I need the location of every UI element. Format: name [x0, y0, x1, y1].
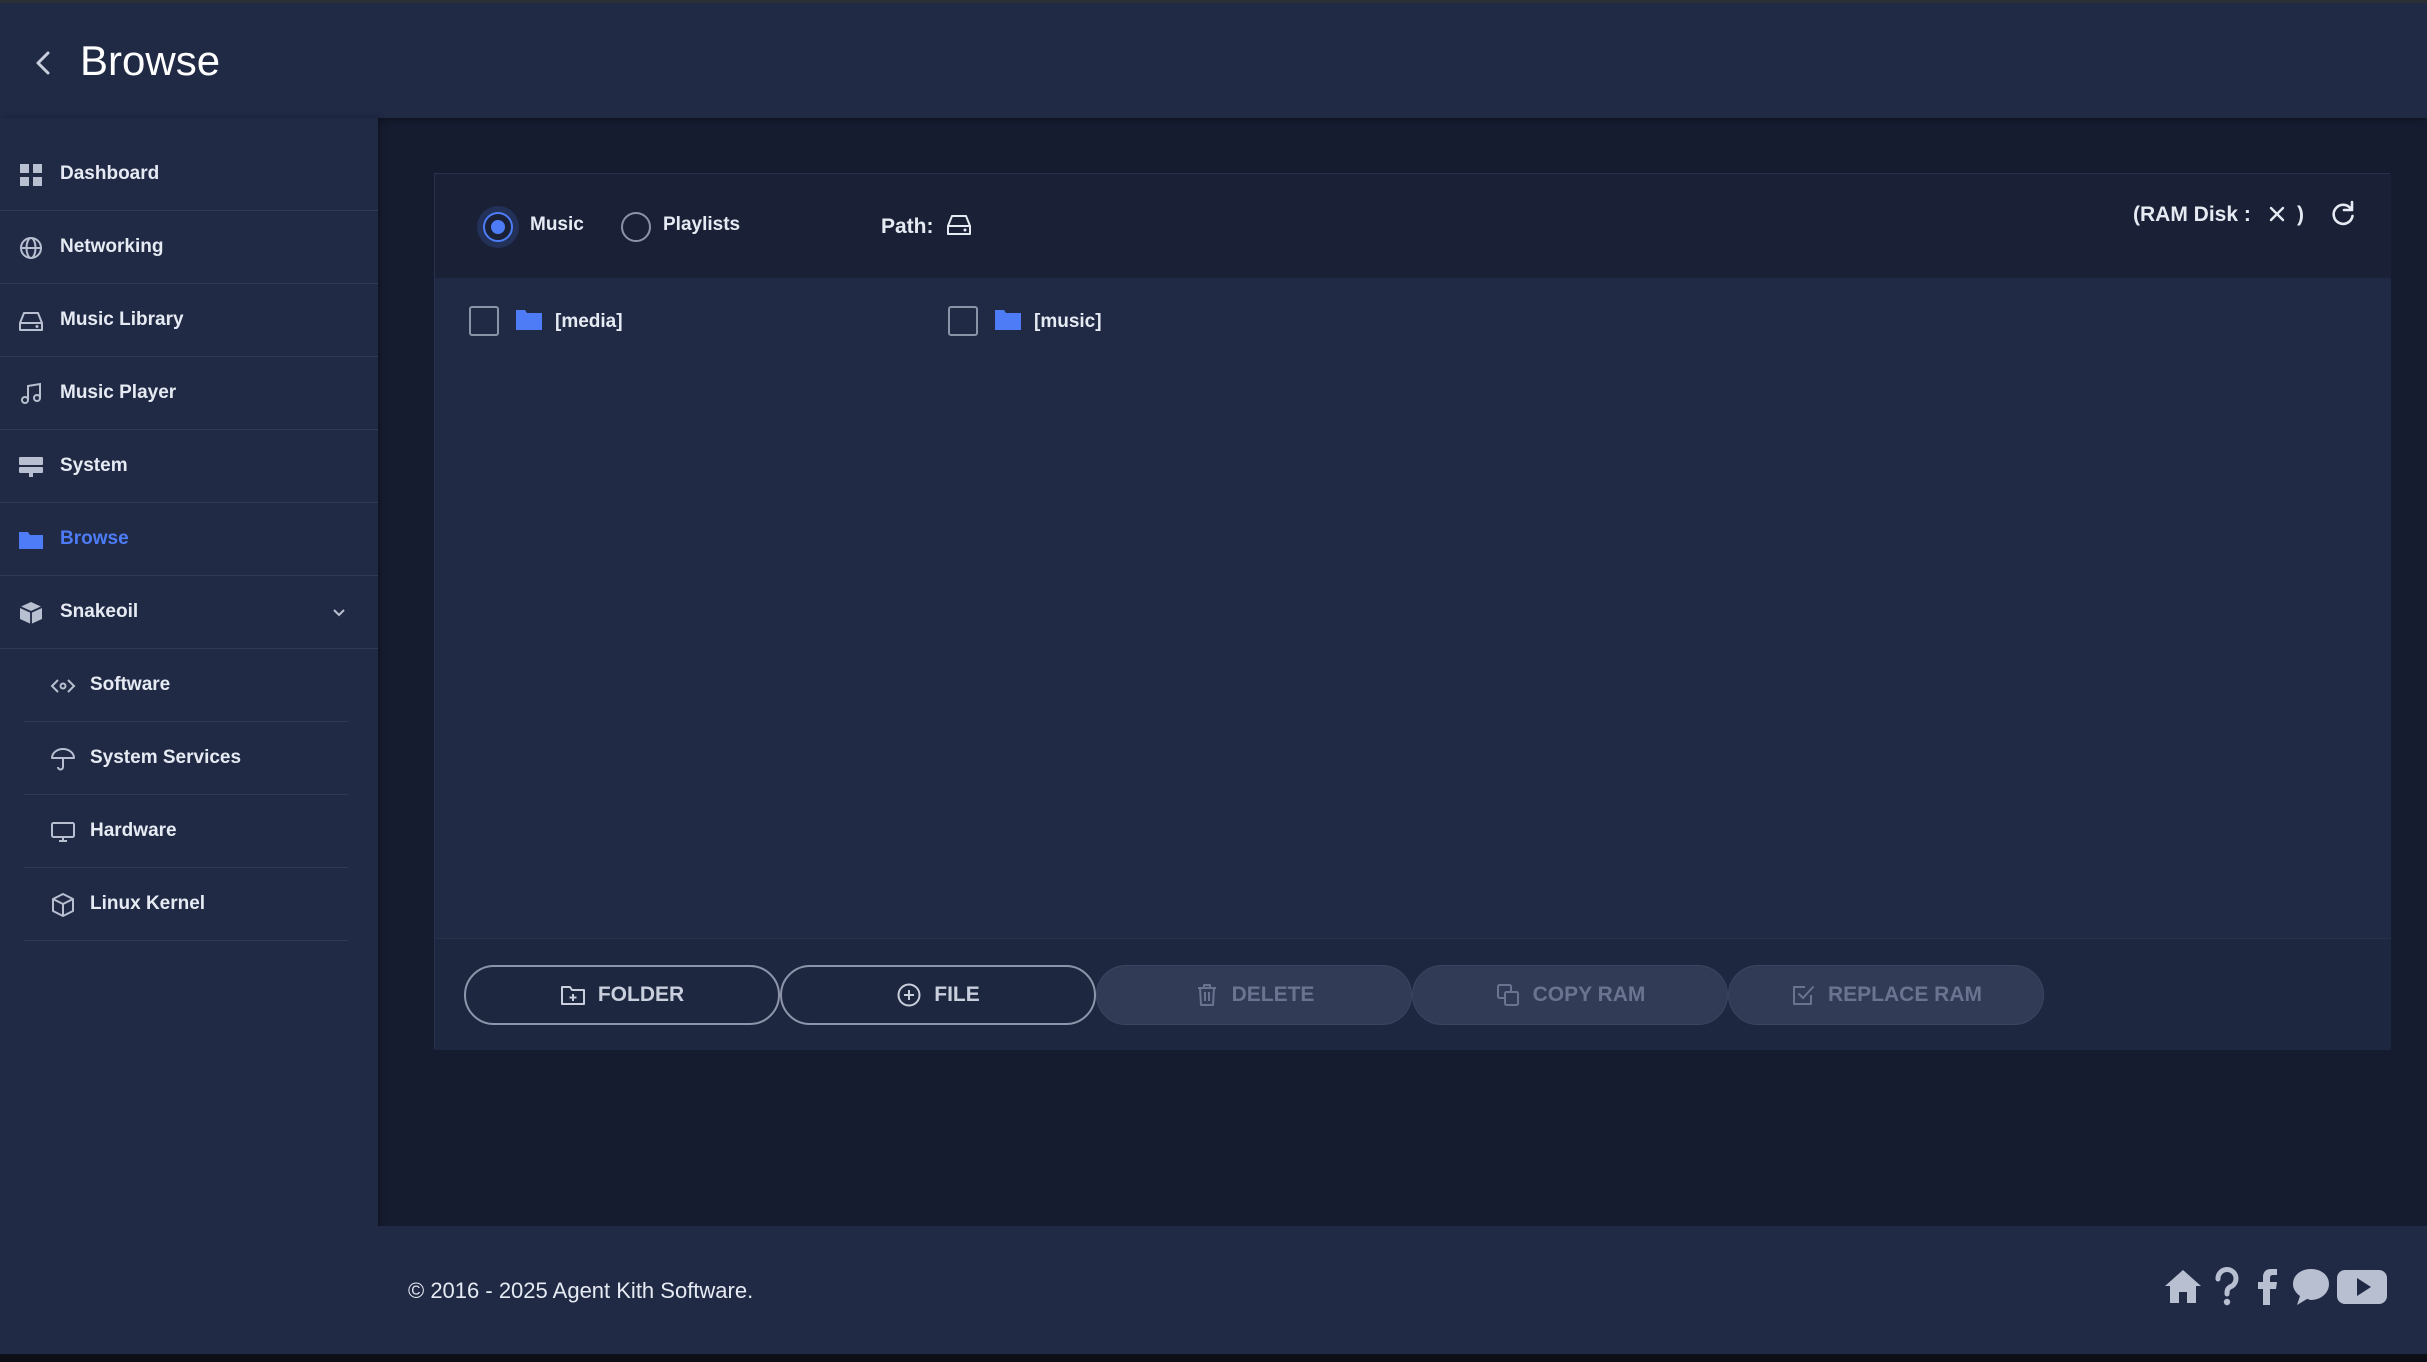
chevron-down-icon[interactable]: [328, 602, 350, 624]
button-label: COPY RAM: [1532, 983, 1646, 1006]
sidebar-item-software[interactable]: Software: [24, 649, 348, 722]
bottom-edge: [0, 1354, 2427, 1362]
page-title: Browse: [80, 37, 221, 84]
sidebar-item-label: Music Library: [60, 309, 184, 330]
ram-disk-label-end: ): [2297, 203, 2304, 226]
top-bar: Browse: [0, 0, 2427, 118]
sidebar-item-label: System: [60, 455, 128, 476]
sidebar-item-system[interactable]: System: [0, 430, 378, 503]
music-radio-label[interactable]: Music: [530, 214, 584, 236]
sidebar-item-label: Dashboard: [60, 163, 160, 184]
sidebar-item-networking[interactable]: Networking: [0, 211, 378, 284]
sidebar-item-hardware[interactable]: Hardware: [24, 795, 348, 868]
trash-icon: [1197, 984, 1216, 1006]
new-folder-button[interactable]: FOLDER: [464, 965, 780, 1025]
sidebar-item-label: Snakeoil: [60, 601, 139, 622]
sidebar-item-label: Hardware: [90, 820, 177, 841]
entry-name[interactable]: [media]: [555, 311, 623, 333]
browse-panel: Music Playlists Path: (RAM Disk : ) [med…: [434, 173, 2391, 1050]
sidebar-item-dashboard[interactable]: Dashboard: [0, 138, 378, 211]
globe-icon: [20, 237, 42, 259]
sidebar-item-label: Music Player: [60, 382, 177, 403]
box-icon: [19, 602, 43, 624]
button-label: FILE: [934, 983, 980, 1006]
button-label: DELETE: [1231, 983, 1315, 1006]
sidebar-item-label: System Services: [90, 747, 242, 768]
copy-icon: [1496, 984, 1519, 1006]
umbrella-icon: [51, 748, 75, 771]
sidebar-item-label: Browse: [60, 528, 129, 549]
sidebar-item-label: Software: [90, 674, 171, 695]
facebook-icon[interactable]: [2244, 1264, 2290, 1310]
hard-drive-icon: [19, 312, 43, 331]
code-icon: [50, 679, 76, 693]
folder-plus-icon: [560, 986, 585, 1005]
copyright-text: © 2016 - 2025 Agent Kith Software.: [408, 1278, 754, 1303]
monitor-icon: [51, 822, 75, 842]
back-arrow-icon[interactable]: [28, 47, 60, 79]
delete-button[interactable]: DELETE: [1096, 965, 1412, 1025]
home-icon[interactable]: [2160, 1264, 2206, 1310]
browse-toolbar-top: Music Playlists Path: (RAM Disk : ): [435, 174, 2391, 278]
button-label: FOLDER: [597, 983, 685, 1006]
entry-checkbox[interactable]: [948, 306, 978, 336]
entry-name[interactable]: [music]: [1034, 311, 1102, 333]
sidebar-item-system-services[interactable]: System Services: [24, 722, 348, 795]
sidebar-item-label: Networking: [60, 236, 164, 257]
action-toolbar: FOLDER FILE DELETE COPY RAM REPLACE RAM: [435, 938, 2391, 1050]
plus-circle-icon: [897, 983, 921, 1007]
file-list: [media] [music]: [435, 278, 2391, 938]
replace-ram-button[interactable]: REPLACE RAM: [1728, 965, 2044, 1025]
server-icon: [19, 457, 43, 477]
music-radio[interactable]: [483, 212, 513, 242]
sidebar-item-snakeoil[interactable]: Snakeoil: [0, 576, 378, 649]
sidebar-item-linux-kernel[interactable]: Linux Kernel: [24, 868, 348, 941]
checkbox-icon: [1792, 986, 1814, 1005]
grid-icon: [20, 164, 42, 186]
playlists-radio-label[interactable]: Playlists: [663, 214, 740, 236]
folder-icon: [516, 310, 542, 330]
refresh-icon[interactable]: [2327, 198, 2359, 230]
sidebar-item-label: Linux Kernel: [90, 893, 206, 914]
sidebar-item-music-library[interactable]: Music Library: [0, 284, 378, 357]
ram-disk-label: (RAM Disk :: [2133, 203, 2251, 226]
cube-icon: [52, 893, 74, 917]
sidebar-item-browse[interactable]: Browse: [0, 503, 378, 576]
sidebar-item-music-player[interactable]: Music Player: [0, 357, 378, 430]
sidebar: Dashboard Networking Music Library Music…: [0, 118, 378, 1354]
new-file-button[interactable]: FILE: [780, 965, 1096, 1025]
footer: © 2016 - 2025 Agent Kith Software.: [378, 1226, 2427, 1354]
youtube-icon[interactable]: [2336, 1264, 2388, 1310]
folder-icon: [19, 532, 43, 549]
music-note-icon: [21, 382, 41, 404]
list-item[interactable]: [media]: [469, 298, 769, 338]
close-icon[interactable]: [2265, 202, 2289, 226]
button-label: REPLACE RAM: [1827, 983, 1982, 1006]
playlists-radio[interactable]: [621, 212, 651, 242]
entry-checkbox[interactable]: [469, 306, 499, 336]
folder-icon: [995, 310, 1021, 330]
list-item[interactable]: [music]: [948, 298, 1248, 338]
path-label: Path:: [881, 215, 934, 238]
hard-drive-icon[interactable]: [945, 211, 973, 239]
chat-icon[interactable]: [2288, 1264, 2334, 1310]
copy-ram-button[interactable]: COPY RAM: [1412, 965, 1728, 1025]
